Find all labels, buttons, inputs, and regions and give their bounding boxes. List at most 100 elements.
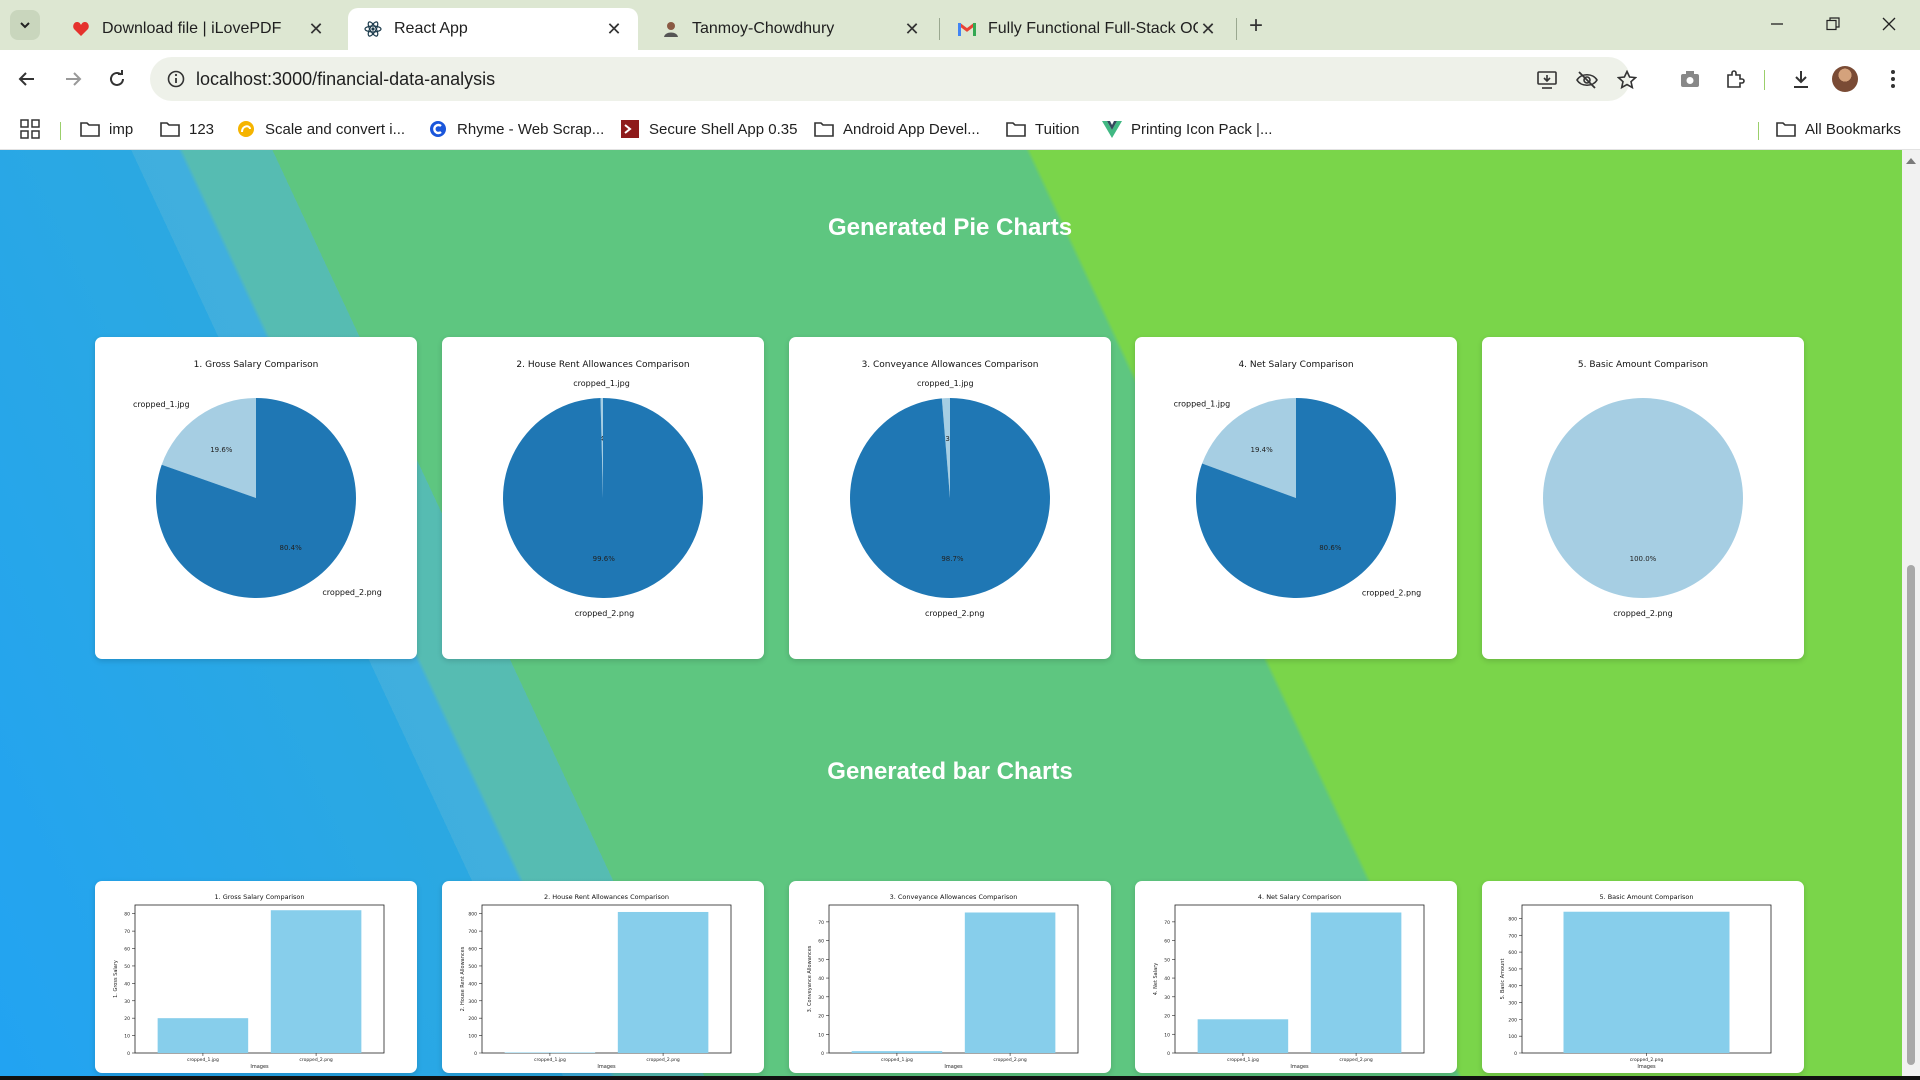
all-bookmarks-button[interactable]: All Bookmarks (1776, 116, 1901, 142)
y-tick-label: 10 (124, 1034, 130, 1040)
close-window-button[interactable] (1862, 8, 1916, 40)
y-tick-label: 40 (1164, 976, 1170, 982)
chart-title: 5. Basic Amount Comparison (1599, 893, 1693, 901)
reload-button[interactable] (100, 62, 134, 96)
download-icon[interactable] (1784, 62, 1818, 96)
tab-title: Fully Functional Full-Stack OCR (988, 20, 1198, 37)
bookmark-label: Rhyme - Web Scrap... (457, 120, 605, 138)
react-icon (364, 20, 382, 38)
y-tick-label: 500 (1508, 967, 1517, 973)
bar (851, 1051, 943, 1053)
y-tick-label: 50 (1164, 957, 1170, 963)
scrollbar-thumb[interactable] (1907, 565, 1915, 1065)
tab-divider (1236, 18, 1237, 40)
pie-chart: 2. House Rent Allowances Comparison0.4%c… (502, 360, 703, 618)
heart-icon (72, 20, 90, 38)
bookmarks-bar: imp 123 Scale and convert i... Rhyme - W… (0, 108, 1920, 150)
pie-percent-label: 19.6% (210, 446, 233, 454)
bookmark-scale[interactable]: Scale and convert i... (236, 116, 405, 142)
bar (617, 911, 709, 1053)
x-axis-label: Images (1637, 1064, 1656, 1070)
bookmark-android[interactable]: Android App Devel... (814, 116, 980, 142)
close-icon[interactable]: ✕ (1198, 19, 1218, 39)
y-tick-label: 300 (1508, 1001, 1517, 1007)
tab-search-button[interactable] (10, 10, 40, 40)
minimize-button[interactable] (1750, 8, 1804, 40)
address-bar[interactable]: localhost:3000/financial-data-analysis (150, 57, 1637, 101)
close-icon (1882, 17, 1896, 31)
y-tick-label: 70 (818, 920, 824, 926)
y-tick-label: 70 (124, 929, 130, 935)
restore-button[interactable] (1806, 8, 1860, 40)
pie-card: 4. Net Salary Comparison 19.4% cropped_1.j… (1135, 337, 1457, 659)
eye-off-icon[interactable] (1574, 67, 1600, 93)
tab-tanmoy[interactable]: Tanmoy-Chowdhury ✕ (646, 8, 936, 50)
bar-chart: 3. Conveyance Allowances Comparison 0 10 20… (807, 893, 1079, 1070)
ssh-icon (620, 119, 640, 139)
scroll-up-icon[interactable] (1906, 158, 1916, 164)
bookmark-printing[interactable]: Printing Icon Pack |... (1102, 116, 1272, 142)
install-app-icon[interactable] (1534, 67, 1560, 93)
y-axis-label: 2. House Rent Allowances (460, 946, 466, 1011)
y-tick-label: 70 (1164, 920, 1170, 926)
extensions-icon[interactable] (1718, 62, 1752, 96)
tab-title: React App (394, 20, 468, 37)
close-icon[interactable]: ✕ (306, 19, 326, 39)
pie-category-label: cropped_2.png (1362, 588, 1421, 597)
y-tick-label: 100 (468, 1034, 477, 1040)
apps-button[interactable] (20, 116, 40, 142)
arrow-right-icon (66, 72, 82, 86)
y-tick-label: 400 (468, 981, 477, 987)
y-tick-label: 200 (468, 1016, 477, 1022)
profile-avatar[interactable] (1832, 66, 1858, 92)
y-tick-label: 80 (124, 912, 130, 918)
bookmark-label: Scale and convert i... (265, 120, 406, 138)
x-tick-label: cropped_2.png (1339, 1057, 1373, 1063)
camera-icon[interactable] (1673, 62, 1707, 96)
y-tick-label: 600 (1508, 950, 1517, 956)
page-scrollbar[interactable] (1902, 150, 1920, 1080)
folder-icon (1776, 119, 1796, 139)
vue-icon (1102, 119, 1122, 139)
pie-category-label: cropped_1.jpg (133, 400, 190, 409)
bookmark-123[interactable]: 123 (160, 116, 214, 142)
x-tick-label: cropped_1.jpg (1227, 1057, 1259, 1063)
pie-chart: 5. Basic Amount Comparison 100.0% cropped_… (1543, 360, 1743, 618)
tab-react-app[interactable]: React App ✕ (348, 8, 638, 50)
close-icon[interactable]: ✕ (604, 19, 624, 39)
tab-gmail[interactable]: Fully Functional Full-Stack OCR ✕ (942, 8, 1232, 50)
bookmark-rhyme[interactable]: Rhyme - Web Scrap... (428, 116, 604, 142)
x-tick-label: cropped_2.png (299, 1057, 333, 1063)
back-button[interactable] (10, 62, 44, 96)
y-tick-label: 800 (1508, 916, 1517, 922)
taskbar-edge (0, 1076, 1920, 1080)
site-info-icon[interactable] (164, 67, 188, 91)
pie-category-label: cropped_2.png (1613, 609, 1672, 618)
close-icon[interactable]: ✕ (902, 19, 922, 39)
pie-slice (1543, 398, 1743, 598)
bookmark-ssh[interactable]: Secure Shell App 0.35 (620, 116, 797, 142)
pie-section-title: Generated Pie Charts (827, 214, 1073, 241)
more-menu-icon[interactable] (1876, 62, 1910, 96)
new-tab-button[interactable]: + (1242, 12, 1270, 40)
person-icon (662, 20, 680, 38)
y-tick-label: 0 (474, 1051, 477, 1057)
y-tick-label: 20 (1164, 1014, 1170, 1020)
bookmark-tuition[interactable]: Tuition (1006, 116, 1079, 142)
bar (964, 912, 1056, 1053)
star-icon[interactable] (1614, 67, 1640, 93)
chart-title: 4. Net Salary Comparison (1238, 360, 1353, 370)
forward-button[interactable] (56, 62, 90, 96)
pie-card: 3. Conveyance Allowances Comparison 1.3% c… (789, 337, 1111, 659)
bookmark-imp[interactable]: imp (80, 116, 133, 142)
bookmark-label: 123 (189, 120, 215, 138)
pie-chart: 3. Conveyance Allowances Comparison1.3%c… (850, 360, 1050, 618)
x-tick-label: cropped_1.jpg (534, 1057, 566, 1063)
tab-ilovepdf[interactable]: Download file | iLovePDF ✕ (56, 8, 340, 50)
bar-section-title: Generated bar Charts (827, 758, 1073, 785)
bookmark-divider (60, 122, 61, 140)
x-tick-label: cropped_1.jpg (881, 1057, 913, 1063)
y-tick-label: 60 (124, 947, 130, 953)
bar (270, 910, 362, 1053)
pie-category-label: cropped_2.png (575, 609, 634, 618)
